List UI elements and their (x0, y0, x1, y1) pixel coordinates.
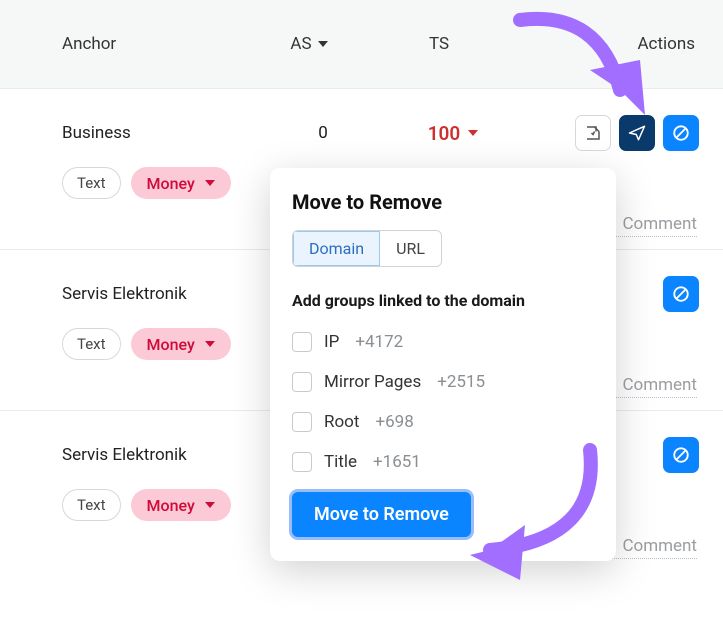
option-count: +1651 (373, 452, 421, 472)
cell-ts[interactable]: 100 (378, 122, 528, 145)
block-button[interactable] (663, 276, 699, 312)
scope-segmented-control: Domain URL (292, 230, 442, 267)
money-label: Money (147, 335, 195, 354)
col-anchor: Anchor (24, 34, 254, 54)
cell-as: 0 (268, 123, 378, 143)
paper-plane-icon (628, 124, 646, 142)
option-label: Mirror Pages (324, 372, 421, 392)
option-count: +698 (375, 412, 413, 432)
category-pill-money[interactable]: Money (131, 489, 231, 521)
anchor-text: Business (62, 123, 268, 143)
type-pill-text[interactable]: Text (62, 328, 121, 360)
money-label: Money (147, 496, 195, 515)
group-option-title[interactable]: Title +1651 (292, 442, 594, 482)
category-pill-money[interactable]: Money (131, 328, 231, 360)
anchor-text: Servis Elektronik (62, 284, 268, 304)
send-button[interactable] (619, 115, 655, 151)
block-icon (672, 285, 690, 303)
option-count: +2515 (437, 372, 485, 392)
checkbox[interactable] (292, 372, 312, 392)
option-count: +4172 (355, 332, 403, 352)
block-button[interactable] (663, 437, 699, 473)
chevron-down-icon (205, 502, 215, 508)
popover-title: Move to Remove (292, 190, 594, 214)
type-pill-text[interactable]: Text (62, 167, 121, 199)
move-to-remove-popover: Move to Remove Domain URL Add groups lin… (270, 168, 616, 561)
type-pill-text[interactable]: Text (62, 489, 121, 521)
money-label: Money (147, 174, 195, 193)
comment-label: Comment (622, 536, 697, 556)
comment-label: Comment (622, 375, 697, 395)
checkbox[interactable] (292, 332, 312, 352)
group-heading: Add groups linked to the domain (292, 291, 594, 310)
col-as-label: AS (290, 34, 311, 54)
seg-url[interactable]: URL (380, 231, 441, 266)
option-label: Root (324, 412, 359, 432)
comment-label: Comment (622, 214, 697, 234)
col-as-sort[interactable]: AS (254, 34, 364, 54)
export-button[interactable] (575, 115, 611, 151)
chevron-down-icon (205, 180, 215, 186)
option-label: IP (324, 332, 339, 352)
table-header: Anchor AS TS Actions (0, 0, 723, 88)
col-ts-label: TS (429, 34, 449, 54)
checkbox[interactable] (292, 452, 312, 472)
col-actions: Actions (514, 34, 699, 54)
ts-value: 100 (428, 122, 461, 145)
chevron-down-icon (318, 41, 328, 47)
seg-domain[interactable]: Domain (293, 231, 380, 266)
block-button[interactable] (663, 115, 699, 151)
group-option-root[interactable]: Root +698 (292, 402, 594, 442)
block-icon (672, 446, 690, 464)
group-option-mirror-pages[interactable]: Mirror Pages +2515 (292, 362, 594, 402)
category-pill-money[interactable]: Money (131, 167, 231, 199)
block-icon (672, 124, 690, 142)
col-ts: TS (364, 34, 514, 54)
checkbox[interactable] (292, 412, 312, 432)
move-to-remove-button[interactable]: Move to Remove (292, 492, 471, 537)
option-label: Title (324, 452, 357, 472)
export-icon (584, 124, 602, 142)
chevron-down-icon (468, 130, 478, 136)
chevron-down-icon (205, 341, 215, 347)
anchor-text: Servis Elektronik (62, 445, 268, 465)
group-option-ip[interactable]: IP +4172 (292, 322, 594, 362)
